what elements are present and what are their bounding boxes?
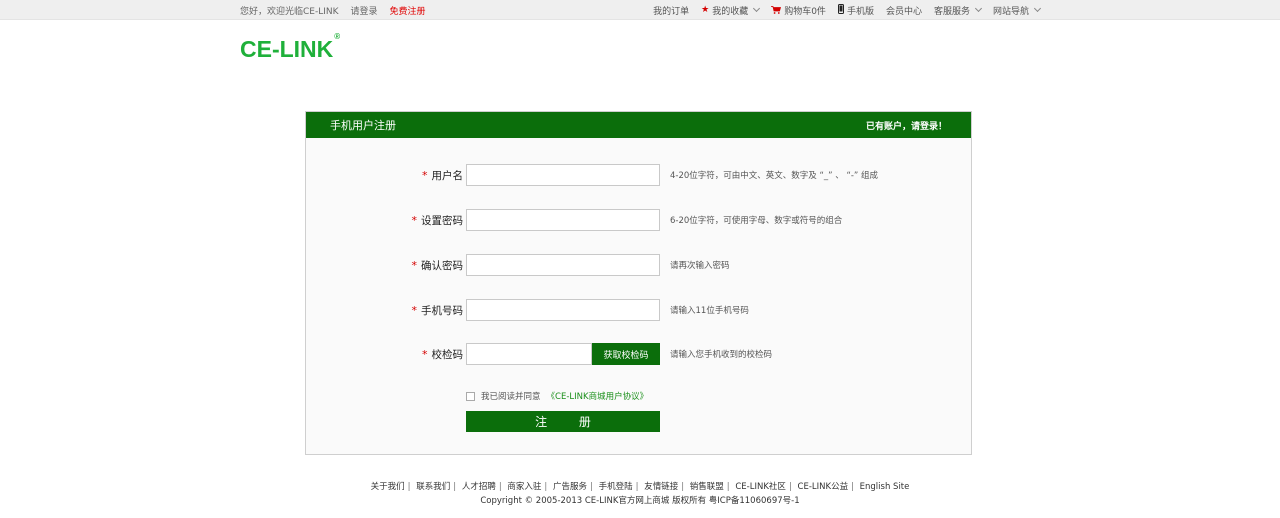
agreement-checkbox[interactable] <box>466 391 475 401</box>
get-verify-code-button[interactable]: 获取校检码 <box>592 343 660 365</box>
footer-link[interactable]: 广告服务 <box>553 482 587 492</box>
favorites-menu[interactable]: ★ 我的收藏 <box>701 4 761 17</box>
top-bar-right: 我的订单 ★ 我的收藏 购物车0件 手机版 会员中心 客服服务 网站导航 <box>653 0 1042 20</box>
verify-code-label: * 校检码 <box>422 347 463 361</box>
cart-link[interactable]: 购物车0件 <box>771 4 826 17</box>
footer-link[interactable]: CE-LINK公益 <box>798 482 849 492</box>
star-icon: ★ <box>701 4 710 15</box>
phone-label: * 手机号码 <box>411 303 464 317</box>
agreement-row: 我已阅读并同意 《CE-LINK商城用户协议》 <box>466 390 648 402</box>
login-link[interactable]: 请登录 <box>351 4 378 17</box>
greeting-text: 您好，欢迎光临CE-LINK <box>240 6 339 17</box>
footer-link[interactable]: 商家入驻 <box>507 482 541 492</box>
username-input[interactable] <box>466 164 660 186</box>
favorites-label: 我的收藏 <box>712 6 749 17</box>
username-row: * 用户名 4-20位字符，可由中文、英文、数字及 “_” 、 “-” 组成 <box>306 164 973 186</box>
password-row: * 设置密码 6-20位字符，可使用字母、数字或符号的组合 <box>306 209 973 231</box>
username-label: * 用户名 <box>422 168 463 182</box>
footer-link[interactable]: English Site <box>860 482 910 492</box>
confirm-password-input[interactable] <box>466 254 660 276</box>
verify-code-row: * 校检码 获取校检码 请输入您手机收到的校检码 <box>306 343 973 365</box>
copyright-text: Copyright © 2005-2013 CE-LINK官方网上商城 版权所有… <box>480 496 800 506</box>
panel-header: 手机用户注册 已有账户，请登录！ <box>306 112 971 138</box>
register-submit-button[interactable]: 注 册 <box>466 411 660 432</box>
site-logo[interactable]: CE-LINK® <box>240 32 340 63</box>
required-mark: * <box>411 303 418 317</box>
site-nav-label: 网站导航 <box>992 6 1029 17</box>
chevron-down-icon <box>753 4 761 13</box>
footer-link[interactable]: 友情链接 <box>644 482 678 492</box>
password-input[interactable] <box>466 209 660 231</box>
verify-code-input[interactable] <box>466 343 592 365</box>
footer-link[interactable]: 销售联盟 <box>690 482 724 492</box>
phone-icon <box>837 3 844 17</box>
password-label: * 设置密码 <box>411 213 464 227</box>
member-center-link[interactable]: 会员中心 <box>886 4 922 17</box>
footer-link[interactable]: 关于我们 <box>371 482 405 492</box>
phone-input[interactable] <box>466 299 660 321</box>
logo-text: CE-LINK <box>240 36 334 62</box>
site-nav-menu[interactable]: 网站导航 <box>992 4 1042 17</box>
agreement-link[interactable]: 《CE-LINK商城用户协议》 <box>547 390 649 402</box>
confirm-password-label: * 确认密码 <box>411 258 464 272</box>
footer-link[interactable]: 手机登陆 <box>599 482 633 492</box>
panel-title: 手机用户注册 <box>330 119 396 132</box>
required-mark: * <box>411 258 418 272</box>
confirm-password-row: * 确认密码 请再次输入密码 <box>306 254 973 276</box>
mobile-link[interactable]: 手机版 <box>837 3 874 17</box>
top-bar: 您好，欢迎光临CE-LINK 请登录 免费注册 我的订单 ★ 我的收藏 购物车0… <box>0 0 1280 20</box>
required-mark: * <box>422 168 428 182</box>
password-hint: 6-20位字符，可使用字母、数字或符号的组合 <box>670 216 843 226</box>
footer-link[interactable]: CE-LINK社区 <box>735 482 786 492</box>
required-mark: * <box>411 213 418 227</box>
footer-link[interactable]: 联系我们 <box>416 482 450 492</box>
mobile-label: 手机版 <box>846 6 874 17</box>
cart-label: 购物车0件 <box>784 6 826 17</box>
register-link[interactable]: 免费注册 <box>390 4 426 17</box>
footer-links: 关于我们 | 联系我们 | 人才招聘 | 商家入驻 | 广告服务 | 手机登陆 | 友情链接… <box>370 482 910 492</box>
registered-mark: ® <box>334 32 341 42</box>
customer-service-menu[interactable]: 客服服务 <box>933 4 983 17</box>
chevron-down-icon <box>974 4 983 13</box>
top-bar-left: 您好，欢迎光临CE-LINK 请登录 免费注册 <box>240 0 426 20</box>
customer-service-label: 客服服务 <box>933 6 970 17</box>
phone-row: * 手机号码 请输入11位手机号码 <box>306 299 973 321</box>
verify-code-hint: 请输入您手机收到的校检码 <box>670 350 773 360</box>
footer-link[interactable]: 人才招聘 <box>462 482 496 492</box>
existing-account-login-link[interactable]: 已有账户，请登录！ <box>866 119 947 132</box>
username-hint: 4-20位字符，可由中文、英文、数字及 “_” 、 “-” 组成 <box>670 171 879 181</box>
register-panel: 手机用户注册 已有账户，请登录！ * 用户名 4-20位字符，可由中文、英文、数… <box>305 111 972 455</box>
cart-icon <box>771 6 782 14</box>
required-mark: * <box>422 347 428 361</box>
agreement-text: 我已阅读并同意 <box>481 392 541 402</box>
chevron-down-icon <box>1033 4 1042 13</box>
confirm-password-hint: 请再次输入密码 <box>670 261 730 271</box>
my-orders-link[interactable]: 我的订单 <box>653 4 689 17</box>
phone-hint: 请输入11位手机号码 <box>670 306 749 316</box>
